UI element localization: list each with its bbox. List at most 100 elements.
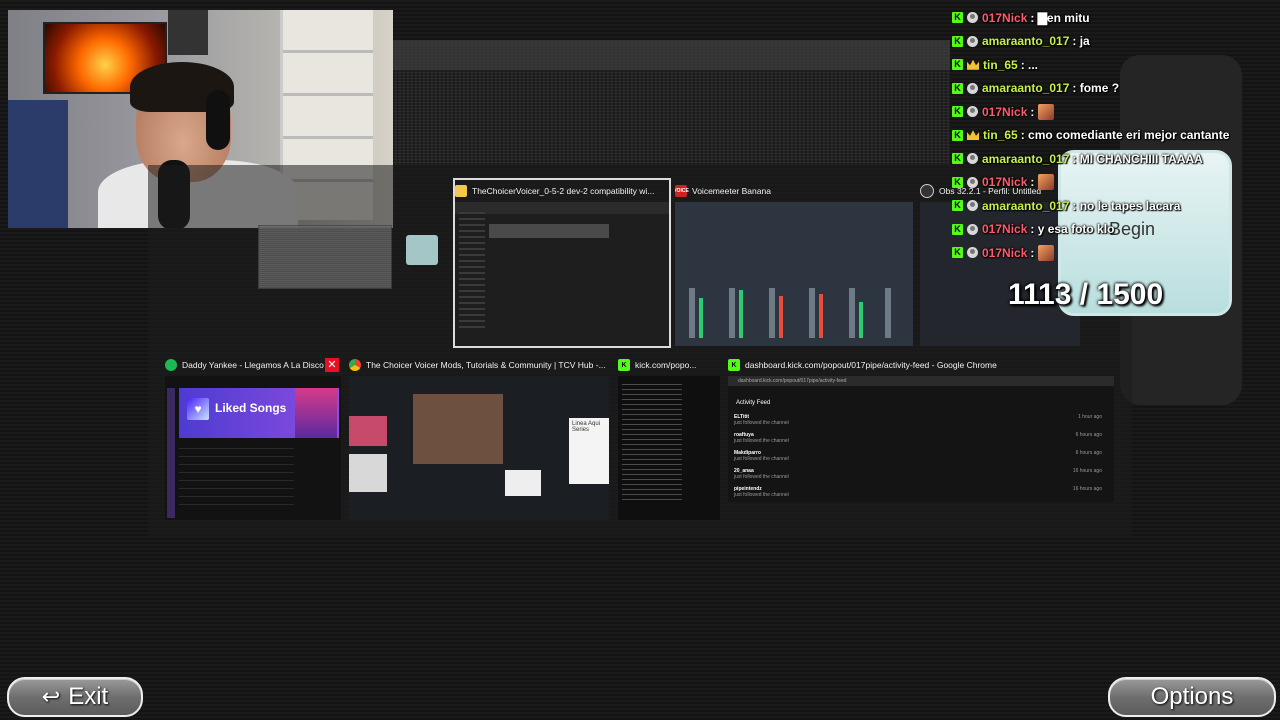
ghost-panel (258, 225, 392, 289)
window-preview: ♥ Liked Songs (165, 376, 341, 520)
chat-username[interactable]: amaraanto_017 (982, 199, 1069, 213)
obs-icon (920, 184, 934, 198)
window-thumb-kick[interactable]: K kick.com/popo... (618, 354, 720, 520)
user-badge-icon (967, 82, 978, 94)
kick-icon: K (728, 359, 740, 371)
kick-badge-icon: K (952, 247, 963, 259)
window-title: kick.com/popo... (635, 360, 697, 370)
exit-label: Exit (68, 683, 109, 710)
chat-username[interactable]: tin_65 (983, 128, 1018, 142)
feed-row: pipeintendz just followed the channel 16 h… (734, 486, 1102, 498)
chat-message: Kamaraanto_017: ja (946, 30, 1280, 54)
chat-username[interactable]: tin_65 (983, 58, 1018, 72)
kick-badge-icon: K (952, 82, 963, 94)
window-title: dashboard.kick.com/popout/017pipe/activi… (745, 360, 997, 370)
kick-badge-icon: K (952, 12, 963, 24)
feed-row: 20_anaa just followed the channel 16 hours… (734, 468, 1102, 480)
window-preview (618, 376, 720, 520)
window-thumb-spotify[interactable]: Daddy Yankee - Llegamos A La Disco ✕ ♥ L… (165, 354, 341, 520)
chat-overlay: K 017Nick: ▇en mitu Kamaraanto_017: ja Ktin… (946, 6, 1280, 265)
window-title: Voicemeeter Banana (692, 186, 771, 196)
window-preview: Linea Aqui Series (349, 376, 609, 520)
exit-button[interactable]: ↩ Exit (7, 677, 143, 717)
tcv-card-text: Linea Aqui Series (569, 418, 609, 484)
window-thumb-explorer[interactable]: TheChoicerVoicer_0-5-2 dev-2 compatibili… (453, 178, 671, 348)
user-badge-icon (967, 247, 978, 259)
chat-message: K 017Nick: y esa foto klo (946, 218, 1280, 242)
chat-username[interactable]: 017Nick (982, 175, 1027, 189)
emote-icon (1038, 244, 1055, 261)
ghost-begin-button (406, 235, 438, 265)
feed-row: roaftuya just followed the channel 6 hours… (734, 432, 1102, 444)
kick-icon: K (618, 359, 630, 371)
chat-username[interactable]: 017Nick (982, 246, 1027, 260)
close-icon[interactable]: ✕ (325, 358, 339, 372)
chat-message: Kamaraanto_017: MI CHANCHIII TAAAA (946, 147, 1280, 171)
crown-badge-icon (967, 59, 979, 70)
chat-text: : (1030, 245, 1035, 260)
kick-badge-icon: K (952, 129, 963, 141)
goal-counter: 1113 / 1500 (1008, 278, 1164, 311)
chat-username[interactable]: 017Nick (982, 105, 1027, 119)
gaming-chair (8, 100, 68, 228)
user-badge-icon (967, 12, 978, 24)
chat-text: : fome ? (1072, 81, 1120, 96)
window-preview (455, 202, 669, 346)
feed-row: ELTitit just followed the channel 1 hour a… (734, 414, 1102, 426)
chat-message: K 017Nick: (946, 171, 1280, 195)
chat-text: : (1030, 175, 1035, 190)
chat-username[interactable]: 017Nick (982, 222, 1027, 236)
static-noise-band-top (390, 40, 950, 70)
chat-message: Ktin_65: ... (946, 53, 1280, 77)
kick-badge-icon: K (952, 200, 963, 212)
chat-username[interactable]: amaraanto_017 (982, 81, 1069, 95)
window-title: The Choicer Voicer Mods, Tutorials & Com… (366, 360, 606, 370)
chat-username[interactable]: amaraanto_017 (982, 152, 1069, 166)
window-title: Daddy Yankee - Llegamos A La Disco (182, 360, 324, 370)
heart-icon: ♥ (187, 398, 209, 420)
voicemeeter-icon: VOICE (675, 185, 689, 197)
chat-message: Ktin_65: cmo comediante eri mejor cantan… (946, 124, 1280, 148)
user-badge-icon (967, 35, 978, 47)
kick-badge-icon: K (952, 106, 963, 118)
chat-text: : y esa foto klo (1030, 222, 1115, 237)
options-label: Options (1150, 683, 1234, 710)
user-badge-icon (967, 153, 978, 165)
chat-username[interactable]: 017Nick (982, 11, 1027, 25)
url-bar: dashboard.kick.com/popout/017pipe/activi… (728, 376, 1114, 386)
chat-message: Kamaraanto_017: no le tapes lacara (946, 194, 1280, 218)
emote-icon (1038, 174, 1055, 191)
chat-message: K 017Nick: (946, 100, 1280, 124)
album-art (295, 388, 337, 438)
user-badge-icon (967, 200, 978, 212)
options-button[interactable]: Options (1108, 677, 1276, 717)
chat-text: : ... (1020, 57, 1039, 72)
folder-icon (455, 185, 467, 197)
kick-badge-icon: K (952, 223, 963, 235)
window-thumb-voicemeeter[interactable]: VOICE Voicemeeter Banana (675, 180, 913, 346)
user-badge-icon (967, 223, 978, 235)
user-badge-icon (967, 176, 978, 188)
liked-songs-label: Liked Songs (215, 401, 287, 415)
chat-text: : cmo comediante eri mejor cantante (1020, 128, 1230, 143)
activity-feed-header: Activity Feed (736, 400, 771, 406)
kick-badge-icon: K (952, 176, 963, 188)
chat-message: K 017Nick: ▇en mitu (946, 6, 1280, 30)
user-badge-icon (967, 106, 978, 118)
chat-message: Kamaraanto_017: fome ? (946, 77, 1280, 101)
chat-message: K 017Nick: (946, 241, 1280, 265)
window-thumb-tcv[interactable]: The Choicer Voicer Mods, Tutorials & Com… (349, 354, 609, 520)
feed-row: Makdiparro just followed the channel 6 hou… (734, 450, 1102, 462)
kick-badge-icon: K (952, 153, 963, 165)
wall-poster (168, 10, 208, 55)
chat-text: : (1030, 104, 1035, 119)
headset (206, 90, 230, 150)
window-preview: dashboard.kick.com/popout/017pipe/activi… (728, 376, 1114, 502)
crown-badge-icon (967, 130, 979, 141)
chrome-icon (349, 359, 361, 371)
window-thumb-activity-feed[interactable]: K dashboard.kick.com/popout/017pipe/acti… (728, 354, 1114, 502)
chat-text: : ▇en mitu (1030, 10, 1090, 25)
chat-username[interactable]: amaraanto_017 (982, 34, 1069, 48)
window-title: TheChoicerVoicer_0-5-2 dev-2 compatibili… (472, 186, 655, 196)
window-preview (675, 202, 913, 346)
